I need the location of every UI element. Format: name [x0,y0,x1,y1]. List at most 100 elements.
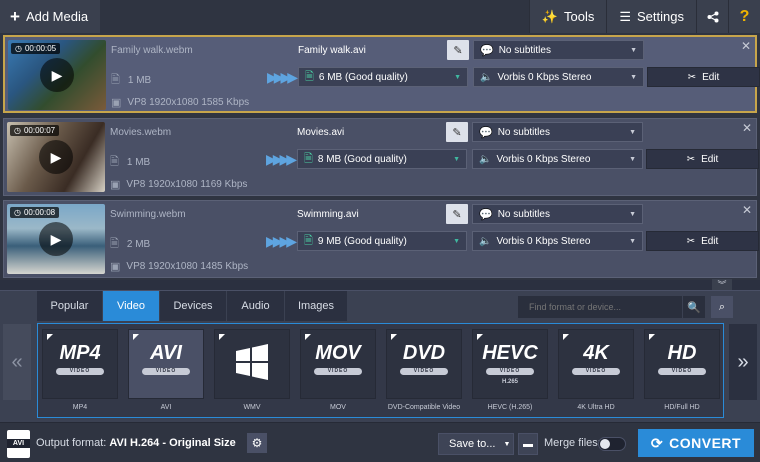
output-file-name[interactable]: Movies.avi [297,127,344,138]
convert-arrows-icon: ▶▶▶▶ [266,151,297,167]
tab-images[interactable]: Images [285,291,348,321]
detect-device-button[interactable]: ⌕ [711,296,733,318]
file-row[interactable]: ◷ 00:00:08 ▶ Swimming.webm 🗎 2 MB ▣ VP8 … [3,200,759,278]
video-thumbnail[interactable]: ◷ 00:00:05 ▶ [8,40,106,110]
preset-hd[interactable]: HD VIDEO [644,329,720,399]
play-button[interactable]: ▶ [39,140,73,174]
preset-mov[interactable]: MOV VIDEO [300,329,376,399]
source-file-name: Swimming.webm [110,209,186,220]
edit-button[interactable]: ✂ Edit [646,231,759,251]
edit-label: Edit [701,153,719,165]
audio-select[interactable]: 🔈 Vorbis 0 Kbps Stereo ▼ [472,149,643,169]
collapse-panel-button[interactable]: ︾ [712,279,732,290]
audio-select[interactable]: 🔈 Vorbis 0 Kbps Stereo ▼ [472,231,643,251]
settings-button[interactable]: ☰ Settings [606,0,696,33]
video-thumbnail[interactable]: ◷ 00:00:07 ▶ [7,122,105,192]
preset-avi[interactable]: AVI VIDEO [128,329,204,399]
preset-label-mov: MOV [330,404,346,411]
convert-button[interactable]: ⟳ CONVERT [638,429,754,457]
remove-file-button[interactable]: ✕ [741,39,751,53]
video-pill: VIDEO [142,368,190,375]
video-pill: VIDEO [400,368,448,375]
preset-wmv[interactable] [214,329,290,399]
edit-button[interactable]: ✂ Edit [647,67,760,87]
4k-logo: 4K [583,342,609,364]
preset-4k[interactable]: 4K VIDEO [558,329,634,399]
output-file-name[interactable]: Swimming.avi [297,209,359,220]
subtitles-select[interactable]: 💬 No subtitles ▼ [472,122,643,142]
find-format-input[interactable] [518,296,682,318]
file-row[interactable]: ◷ 00:00:07 ▶ Movies.webm 🗎 1 MB ▣ VP8 19… [3,118,759,196]
toggle-knob [600,439,610,449]
file-icon: 🗎 [110,238,119,250]
tab-audio[interactable]: Audio [227,291,285,321]
preset-mp4[interactable]: MP4 VIDEO [42,329,118,399]
remove-file-button[interactable]: ✕ [742,121,752,135]
output-format-text: Output format: AVI H.264 - Original Size [36,437,236,449]
source-file-name: Movies.webm [110,127,172,138]
source-file-name: Family walk.webm [111,45,193,56]
play-button[interactable]: ▶ [40,58,74,92]
edit-button[interactable]: ✂ Edit [646,149,759,169]
rename-button[interactable]: ✎ [446,122,468,142]
tab-devices[interactable]: Devices [160,291,227,321]
subtitles-text: No subtitles [497,126,550,138]
save-to-button[interactable]: Save to... ▼ [438,433,514,455]
share-icon [707,11,718,22]
top-toolbar: + Add Media ✨ Tools ☰ Settings ? [0,0,760,33]
help-button[interactable]: ? [728,0,760,33]
h265-caption: H.265 [501,379,518,385]
share-button[interactable] [696,0,728,33]
audio-text: Vorbis 0 Kbps Stereo [496,235,591,247]
format-icon-tag: AVI [7,439,30,448]
source-file-size: 🗎 2 MB [110,235,150,254]
search-button[interactable]: 🔍 [683,296,705,318]
subtitles-select[interactable]: 💬 No subtitles ▼ [473,40,644,60]
play-icon: ▶ [51,66,63,83]
source-size-text: 1 MB [126,157,151,168]
film-icon: ▣ [111,97,122,109]
preset-hevc[interactable]: HEVC VIDEO H.265 [472,329,548,399]
tab-popular[interactable]: Popular [37,291,103,321]
chevron-down-icon: ▼ [453,238,460,245]
rename-button[interactable]: ✎ [446,204,468,224]
play-icon: ▶ [50,230,62,247]
corner-icon [305,334,311,340]
format-settings-button[interactable]: ⚙ [247,433,267,453]
output-size-select[interactable]: 🗎 8 MB (Good quality) ▼ [297,149,467,169]
audio-select[interactable]: 🔈 Vorbis 0 Kbps Stereo ▼ [473,67,644,87]
presets-next-button[interactable]: » [729,324,757,400]
bottom-bar: AVI Output format: AVI H.264 - Original … [0,422,760,462]
remove-file-button[interactable]: ✕ [742,203,752,217]
audio-text: Vorbis 0 Kbps Stereo [497,71,592,83]
caret-down-icon: ▼ [503,440,511,448]
source-size-text: 1 MB [127,75,152,86]
video-pill: VIDEO [658,368,706,375]
source-file-meta: ▣ VP8 1920x1080 1169 Kbps [110,178,247,191]
output-format-icon: AVI [7,430,30,458]
presets-prev-button[interactable]: « [3,324,31,400]
file-icon: 🗎 [111,74,120,86]
refresh-icon: ⟳ [650,434,664,451]
output-size-select[interactable]: 🗎 6 MB (Good quality) ▼ [298,67,468,87]
file-green-icon: 🗎 [305,70,314,83]
preset-label-hevc: HEVC (H.265) [487,404,533,411]
speaker-icon: 🔈 [479,153,492,165]
chevron-down-icon: ▼ [630,74,637,81]
video-thumbnail[interactable]: ◷ 00:00:08 ▶ [7,204,105,274]
file-row[interactable]: ◷ 00:00:05 ▶ Family walk.webm 🗎 1 MB ▣ V… [3,35,760,113]
corner-icon [133,334,139,340]
output-file-name[interactable]: Family walk.avi [298,45,366,56]
open-folder-button[interactable]: ▬ [518,433,538,455]
subtitles-select[interactable]: 💬 No subtitles ▼ [472,204,643,224]
play-button[interactable]: ▶ [39,222,73,256]
merge-files-toggle[interactable] [598,437,626,451]
add-media-button[interactable]: + Add Media [0,0,100,33]
file-list: ◷ 00:00:05 ▶ Family walk.webm 🗎 1 MB ▣ V… [0,33,760,280]
preset-dvd[interactable]: DVD VIDEO [386,329,462,399]
output-size-select[interactable]: 🗎 9 MB (Good quality) ▼ [297,231,467,251]
tab-video[interactable]: Video [103,291,160,321]
folder-icon: ▬ [523,438,533,450]
tools-button[interactable]: ✨ Tools [528,0,607,33]
rename-button[interactable]: ✎ [447,40,469,60]
